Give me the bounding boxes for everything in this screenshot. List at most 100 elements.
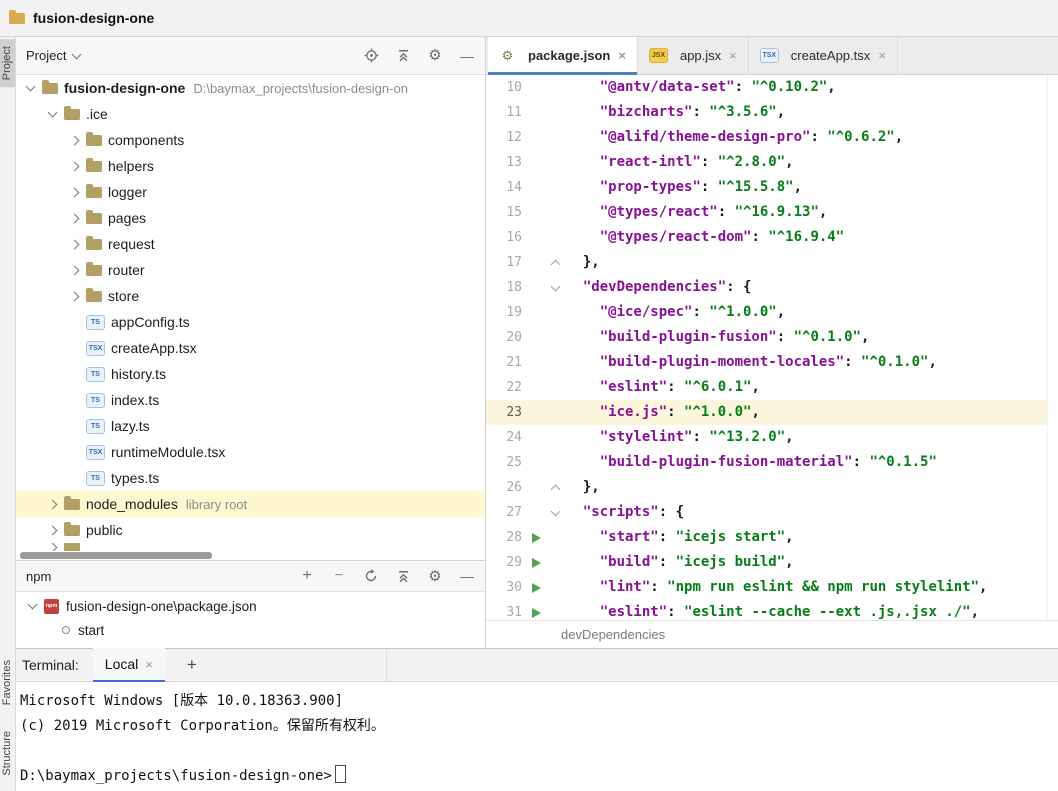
remove-icon[interactable]: − [331, 568, 347, 584]
terminal-output[interactable]: Microsoft Windows [版本 10.0.18363.900](c)… [16, 682, 1058, 791]
fold-marker-icon[interactable] [548, 257, 562, 268]
tree-item-appconfig-ts[interactable]: TSappConfig.ts [16, 309, 485, 335]
close-icon[interactable]: × [618, 48, 626, 63]
tree-item-components[interactable]: components [16, 127, 485, 153]
close-icon[interactable]: × [729, 48, 737, 63]
tree-item-request[interactable]: request [16, 231, 485, 257]
settings-icon[interactable]: ⚙ [427, 48, 443, 64]
tree-item-cropped[interactable] [16, 543, 485, 551]
project-view-selector[interactable]: Project [26, 48, 80, 63]
code-editor[interactable]: 10 "@antv/data-set": "^0.10.2",11 "bizch… [486, 75, 1058, 620]
refresh-icon[interactable] [363, 568, 379, 584]
chevron-right-icon[interactable] [66, 215, 82, 222]
code-line-12[interactable]: 12 "@alifd/theme-design-pro": "^0.6.2", [486, 125, 1058, 150]
hide-icon[interactable]: — [459, 48, 475, 64]
code-line-29[interactable]: 29 "build": "icejs build", [486, 550, 1058, 575]
vertical-scrollbar[interactable] [1047, 75, 1058, 620]
settings-icon[interactable]: ⚙ [427, 568, 443, 584]
editor-tab-package-json[interactable]: ⚙package.json× [488, 37, 638, 74]
tree-item-helpers[interactable]: helpers [16, 153, 485, 179]
run-script-icon[interactable] [532, 533, 541, 543]
locate-icon[interactable] [363, 48, 379, 64]
chevron-right-icon[interactable] [66, 241, 82, 248]
chevron-right-icon[interactable] [66, 267, 82, 274]
tree-item-public[interactable]: public [16, 517, 485, 543]
tool-stripe-button-favorites[interactable]: Favorites [0, 653, 15, 712]
fold-marker-icon[interactable] [548, 286, 562, 290]
chevron-right-icon[interactable] [66, 293, 82, 300]
jsx-file-icon: JSX [649, 48, 668, 63]
chevron-right-icon[interactable] [66, 189, 82, 196]
tree-item-history-ts[interactable]: TShistory.ts [16, 361, 485, 387]
code-line-19[interactable]: 19 "@ice/spec": "^1.0.0", [486, 300, 1058, 325]
tree-item-pages[interactable]: pages [16, 205, 485, 231]
chevron-down-icon[interactable] [44, 112, 60, 116]
tree-item-fusion-design-one[interactable]: fusion-design-oneD:\baymax_projects\fusi… [16, 75, 485, 101]
code-line-26[interactable]: 26 }, [486, 475, 1058, 500]
code-line-14[interactable]: 14 "prop-types": "^15.5.8", [486, 175, 1058, 200]
code-content: }, [562, 250, 600, 275]
code-line-20[interactable]: 20 "build-plugin-fusion": "^0.1.0", [486, 325, 1058, 350]
tree-item-lazy-ts[interactable]: TSlazy.ts [16, 413, 485, 439]
code-line-24[interactable]: 24 "stylelint": "^13.2.0", [486, 425, 1058, 450]
run-script-icon[interactable] [532, 558, 541, 568]
terminal-line: D:\baymax_projects\fusion-design-one> [20, 764, 1058, 789]
fold-marker-icon[interactable] [548, 482, 562, 493]
code-line-21[interactable]: 21 "build-plugin-moment-locales": "^0.1.… [486, 350, 1058, 375]
chevron-down-icon[interactable] [27, 600, 37, 610]
fold-marker-icon[interactable] [548, 511, 562, 515]
tree-item-index-ts[interactable]: TSindex.ts [16, 387, 485, 413]
code-line-25[interactable]: 25 "build-plugin-fusion-material": "^0.1… [486, 450, 1058, 475]
tree-item-types-ts[interactable]: TStypes.ts [16, 465, 485, 491]
run-script-icon[interactable] [532, 608, 541, 618]
tree-item-router[interactable]: router [16, 257, 485, 283]
run-script-icon[interactable] [532, 583, 541, 593]
hide-icon[interactable]: — [459, 568, 475, 584]
collapse-all-icon[interactable] [395, 568, 411, 584]
editor-tab-app-jsx[interactable]: JSXapp.jsx× [638, 37, 749, 74]
tree-item-node-modules[interactable]: node_moduleslibrary root [16, 491, 485, 517]
code-line-28[interactable]: 28 "start": "icejs start", [486, 525, 1058, 550]
collapse-all-icon[interactable] [395, 48, 411, 64]
add-icon[interactable]: + [299, 568, 315, 584]
close-icon[interactable]: × [145, 657, 153, 672]
folder-icon [86, 291, 102, 302]
chevron-right-icon[interactable] [66, 163, 82, 170]
chevron-right-icon[interactable] [66, 137, 82, 144]
terminal-tab-local[interactable]: Local × [93, 648, 165, 682]
code-line-30[interactable]: 30 "lint": "npm run eslint && npm run st… [486, 575, 1058, 600]
close-icon[interactable]: × [878, 48, 886, 63]
new-terminal-button[interactable]: + [181, 655, 203, 675]
code-line-13[interactable]: 13 "react-intl": "^2.8.0", [486, 150, 1058, 175]
code-line-18[interactable]: 18 "devDependencies": { [486, 275, 1058, 300]
code-line-10[interactable]: 10 "@antv/data-set": "^0.10.2", [486, 75, 1058, 100]
code-line-17[interactable]: 17 }, [486, 250, 1058, 275]
breadcrumb-item[interactable]: devDependencies [561, 627, 665, 642]
code-line-23[interactable]: 23 "ice.js": "^1.0.0", [486, 400, 1058, 425]
tool-stripe-button-structure[interactable]: Structure [0, 724, 15, 783]
chevron-down-icon[interactable] [22, 86, 38, 90]
editor-tab-createapp-tsx[interactable]: TSXcreateApp.tsx× [749, 37, 898, 74]
code-line-15[interactable]: 15 "@types/react": "^16.9.13", [486, 200, 1058, 225]
code-line-11[interactable]: 11 "bizcharts": "^3.5.6", [486, 100, 1058, 125]
tree-item-logger[interactable]: logger [16, 179, 485, 205]
run-script-gutter[interactable] [524, 608, 548, 618]
npm-package-row[interactable]: npm fusion-design-one\package.json [16, 594, 485, 618]
tree-item-store[interactable]: store [16, 283, 485, 309]
tool-stripe-button-project[interactable]: Project [0, 39, 15, 87]
code-line-31[interactable]: 31 "eslint": "eslint --cache --ext .js,.… [486, 600, 1058, 620]
code-line-16[interactable]: 16 "@types/react-dom": "^16.9.4" [486, 225, 1058, 250]
chevron-right-icon[interactable] [44, 501, 60, 508]
tree-item-runtimemodule-tsx[interactable]: TSXruntimeModule.tsx [16, 439, 485, 465]
run-script-gutter[interactable] [524, 558, 548, 568]
horizontal-scrollbar-thumb[interactable] [20, 552, 212, 559]
npm-script-start[interactable]: start [16, 618, 485, 642]
chevron-right-icon[interactable] [44, 527, 60, 534]
run-script-gutter[interactable] [524, 583, 548, 593]
tree-item-createapp-tsx[interactable]: TSXcreateApp.tsx [16, 335, 485, 361]
run-script-gutter[interactable] [524, 533, 548, 543]
chevron-right-icon[interactable] [44, 544, 60, 551]
code-line-22[interactable]: 22 "eslint": "^6.0.1", [486, 375, 1058, 400]
tree-item--ice[interactable]: .ice [16, 101, 485, 127]
code-line-27[interactable]: 27 "scripts": { [486, 500, 1058, 525]
